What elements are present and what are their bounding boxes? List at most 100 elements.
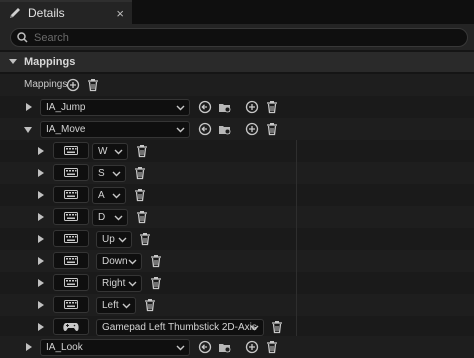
action-row-ia-look: IA_Look (0, 336, 474, 358)
column-divider (296, 228, 297, 250)
delete-key-icon[interactable] (133, 166, 147, 180)
keyboard-button[interactable] (53, 208, 89, 225)
key-name: Up (102, 234, 115, 245)
delete-mapping-icon[interactable] (265, 100, 279, 114)
pencil-icon (10, 8, 20, 18)
tab-details[interactable]: Details × (0, 0, 132, 24)
key-row: Right (0, 272, 474, 294)
use-selected-icon[interactable] (198, 340, 212, 354)
key-selector[interactable]: Left (96, 297, 136, 314)
delete-key-icon[interactable] (133, 188, 147, 202)
key-name: Right (102, 278, 126, 289)
delete-key-icon[interactable] (135, 144, 149, 158)
chevron-down-icon (176, 105, 185, 111)
key-row: D (0, 206, 474, 228)
column-divider (296, 140, 297, 162)
chevron-down-icon (176, 345, 185, 351)
delete-key-icon[interactable] (135, 210, 149, 224)
search-box[interactable] (10, 28, 468, 47)
add-mapping-icon[interactable] (66, 78, 80, 92)
add-key-icon[interactable] (245, 122, 259, 136)
gamepad-button[interactable] (53, 318, 89, 335)
chevron-down-icon (176, 127, 185, 133)
key-selector[interactable]: Gamepad Left Thumbstick 2D-Axis (96, 319, 264, 336)
delete-mapping-icon[interactable] (265, 122, 279, 136)
column-divider (296, 162, 297, 184)
keyboard-button[interactable] (53, 230, 89, 247)
use-selected-icon[interactable] (198, 122, 212, 136)
action-selector[interactable]: IA_Move (40, 121, 190, 138)
category-mappings[interactable]: Mappings (0, 52, 474, 72)
key-selector[interactable]: Right (96, 275, 142, 292)
keyboard-icon (64, 212, 78, 221)
chevron-right-icon[interactable] (37, 235, 45, 243)
key-name: Down (102, 256, 128, 267)
column-divider (296, 272, 297, 294)
key-name: Gamepad Left Thumbstick 2D-Axis (102, 322, 257, 333)
close-tab-icon[interactable]: × (116, 6, 124, 21)
action-selector[interactable]: IA_Jump (40, 99, 190, 116)
search-input[interactable] (34, 31, 434, 44)
key-selector[interactable]: Down (96, 253, 142, 270)
chevron-down-icon (112, 193, 121, 199)
column-divider (296, 250, 297, 272)
use-selected-icon[interactable] (198, 100, 212, 114)
keyboard-icon (64, 278, 78, 287)
mappings-header-row: Mappings (0, 74, 474, 96)
details-panel: Mappings IA_Jump IA_Move W S A D Up Down… (0, 74, 474, 358)
key-selector[interactable]: A (92, 187, 126, 204)
key-selector[interactable]: W (92, 143, 128, 160)
browse-asset-icon[interactable] (218, 122, 232, 136)
key-name: A (98, 190, 105, 201)
keyboard-button[interactable] (53, 252, 89, 269)
chevron-down-icon[interactable] (24, 126, 32, 134)
key-selector[interactable]: D (92, 209, 128, 226)
tab-bar: Details × (0, 0, 474, 24)
chevron-right-icon[interactable] (37, 213, 45, 221)
action-selector[interactable]: IA_Look (40, 339, 190, 356)
keyboard-icon (64, 234, 78, 243)
keyboard-button[interactable] (53, 164, 89, 181)
chevron-down-icon (114, 215, 123, 221)
add-key-icon[interactable] (245, 100, 259, 114)
chevron-down-icon (112, 171, 121, 177)
chevron-right-icon[interactable] (37, 301, 45, 309)
add-key-icon[interactable] (245, 340, 259, 354)
category-label: Mappings (24, 56, 76, 68)
key-row: Left (0, 294, 474, 316)
key-selector[interactable]: Up (96, 231, 132, 248)
chevron-down-icon (118, 237, 127, 243)
chevron-right-icon[interactable] (37, 257, 45, 265)
chevron-right-icon[interactable] (37, 279, 45, 287)
action-row-ia-jump: IA_Jump (0, 96, 474, 118)
chevron-down-icon (114, 149, 123, 155)
delete-key-icon[interactable] (138, 232, 152, 246)
delete-mapping-icon[interactable] (265, 340, 279, 354)
keyboard-button[interactable] (53, 186, 89, 203)
key-name: Left (102, 300, 119, 311)
browse-asset-icon[interactable] (218, 340, 232, 354)
delete-key-icon[interactable] (270, 320, 284, 334)
chevron-right-icon[interactable] (37, 323, 45, 331)
delete-key-icon[interactable] (149, 276, 163, 290)
keyboard-button[interactable] (53, 142, 89, 159)
column-divider (296, 316, 297, 338)
delete-all-icon[interactable] (86, 78, 100, 92)
chevron-down-icon (122, 303, 131, 309)
browse-asset-icon[interactable] (218, 100, 232, 114)
key-selector[interactable]: S (92, 165, 126, 182)
delete-key-icon[interactable] (149, 254, 163, 268)
delete-key-icon[interactable] (143, 298, 157, 312)
search-row (0, 24, 474, 50)
keyboard-button[interactable] (53, 296, 89, 313)
search-icon (17, 32, 28, 43)
keyboard-button[interactable] (53, 274, 89, 291)
chevron-right-icon[interactable] (37, 147, 45, 155)
mappings-label: Mappings (24, 79, 68, 90)
chevron-right-icon[interactable] (25, 343, 33, 351)
chevron-right-icon[interactable] (37, 169, 45, 177)
action-name: IA_Jump (46, 102, 86, 113)
keyboard-icon (64, 190, 78, 199)
chevron-right-icon[interactable] (37, 191, 45, 199)
chevron-right-icon[interactable] (25, 103, 33, 111)
